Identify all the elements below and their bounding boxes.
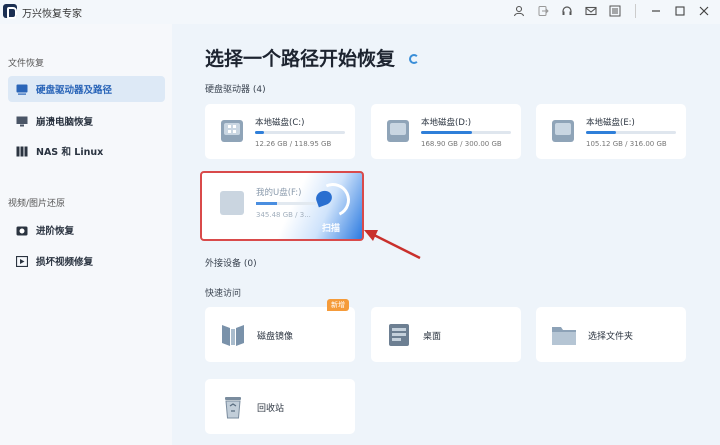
quick-item-disk-image[interactable]: 磁盘镜像 新增 — [205, 299, 355, 362]
drive-name: 本地磁盘(C:) — [255, 118, 305, 128]
headset-icon[interactable] — [557, 3, 577, 19]
quick-item-label: 回收站 — [257, 404, 285, 414]
drive-size: 168.90 GB / 300.00 GB — [421, 140, 502, 148]
quick-item-label: 磁盘镜像 — [257, 332, 294, 342]
section-label-video-photo: 视频/图片还原 — [8, 199, 66, 209]
drive-size: 12.26 GB / 118.95 GB — [255, 140, 332, 148]
drive-usage-fill — [256, 202, 277, 205]
camera-icon — [16, 225, 28, 236]
sidebar-item-video-repair[interactable]: 损坏视频修复 — [8, 248, 165, 274]
sidebar-item-label: 进阶恢复 — [36, 226, 75, 237]
drive-usage-fill — [255, 131, 265, 134]
drive-usage-bar — [256, 202, 316, 205]
drive-name: 我的U盘(F:) — [256, 188, 302, 198]
windows-drive-icon — [221, 120, 243, 142]
menu-icon[interactable] — [605, 3, 625, 19]
desktop-icon — [389, 324, 409, 346]
recycle-bin-icon — [225, 397, 241, 419]
drive-size: 105.12 GB / 316.00 GB — [586, 140, 667, 148]
quick-item-label: 桌面 — [423, 332, 442, 342]
sidebar-item-nas-linux[interactable]: NAS 和 Linux — [8, 138, 165, 164]
sidebar: 文件恢复 硬盘驱动器及路径 崩溃电脑恢复 NAS 和 Linux 视频/图片还原… — [0, 24, 172, 445]
new-badge: 新增 — [327, 299, 349, 311]
drive-card-usb-f[interactable]: 我的U盘(F:) 345.48 GB / 3... 扫描 — [200, 171, 364, 241]
user-icon[interactable] — [509, 3, 529, 19]
section-label-file-recovery: 文件恢复 — [8, 59, 45, 69]
drive-icon — [552, 120, 574, 142]
drives-group-label: 硬盘驱动器 (4) — [205, 85, 266, 95]
drive-name: 本地磁盘(E:) — [586, 118, 635, 128]
window-controls — [509, 3, 714, 19]
sidebar-item-drives[interactable]: 硬盘驱动器及路径 — [8, 76, 165, 102]
sidebar-item-crash-recovery[interactable]: 崩溃电脑恢复 — [8, 108, 165, 134]
drive-icon — [16, 84, 28, 95]
app-title: 万兴恢复专家 — [22, 9, 82, 20]
exit-icon[interactable] — [533, 3, 553, 19]
annotation-arrow-icon — [364, 230, 421, 260]
sidebar-item-label: 损坏视频修复 — [36, 257, 94, 268]
drive-usage-fill — [586, 131, 616, 134]
maximize-icon[interactable] — [670, 3, 690, 19]
refresh-icon[interactable] — [409, 54, 419, 64]
sidebar-item-label: 崩溃电脑恢复 — [36, 117, 94, 128]
page-title: 选择一个路径开始恢复 — [205, 48, 396, 70]
drive-usage-bar — [255, 131, 345, 134]
quick-item-label: 选择文件夹 — [588, 332, 634, 342]
close-icon[interactable] — [694, 3, 714, 19]
minimize-icon[interactable] — [646, 3, 666, 19]
quick-item-desktop[interactable]: 桌面 — [371, 307, 521, 362]
quick-item-recycle-bin[interactable]: 回收站 — [205, 379, 355, 434]
drive-icon — [387, 120, 409, 142]
drive-card-d[interactable]: 本地磁盘(D:) 168.90 GB / 300.00 GB — [371, 104, 521, 159]
quick-item-choose-folder[interactable]: 选择文件夹 — [536, 307, 686, 362]
drive-size: 345.48 GB / 3... — [256, 211, 311, 219]
app-logo-icon — [3, 4, 17, 19]
monitor-icon — [16, 116, 28, 127]
sidebar-item-advanced-recovery[interactable]: 进阶恢复 — [8, 217, 165, 243]
drive-usage-bar — [586, 131, 676, 134]
folder-icon — [552, 327, 576, 345]
scan-button[interactable]: 扫描 — [322, 221, 340, 234]
mail-icon[interactable] — [581, 3, 601, 19]
drive-name: 本地磁盘(D:) — [421, 118, 472, 128]
drive-usage-bar — [421, 131, 511, 134]
disk-image-icon — [222, 325, 244, 346]
video-repair-icon — [15, 255, 29, 267]
main-panel: 选择一个路径开始恢复 硬盘驱动器 (4) 本地磁盘(C:) 12.26 GB /… — [172, 24, 720, 445]
nas-icon — [16, 146, 28, 157]
external-group-label: 外接设备 (0) — [205, 259, 257, 269]
drive-card-e[interactable]: 本地磁盘(E:) 105.12 GB / 316.00 GB — [536, 104, 686, 159]
sidebar-item-label: NAS 和 Linux — [36, 147, 104, 158]
usb-drive-icon — [220, 191, 244, 215]
drive-card-c[interactable]: 本地磁盘(C:) 12.26 GB / 118.95 GB — [205, 104, 355, 159]
window-separator — [635, 4, 636, 18]
drive-usage-fill — [421, 131, 472, 134]
title-bar: 万兴恢复专家 — [0, 0, 720, 24]
sidebar-item-label: 硬盘驱动器及路径 — [36, 85, 113, 96]
quick-access-label: 快速访问 — [205, 289, 242, 299]
